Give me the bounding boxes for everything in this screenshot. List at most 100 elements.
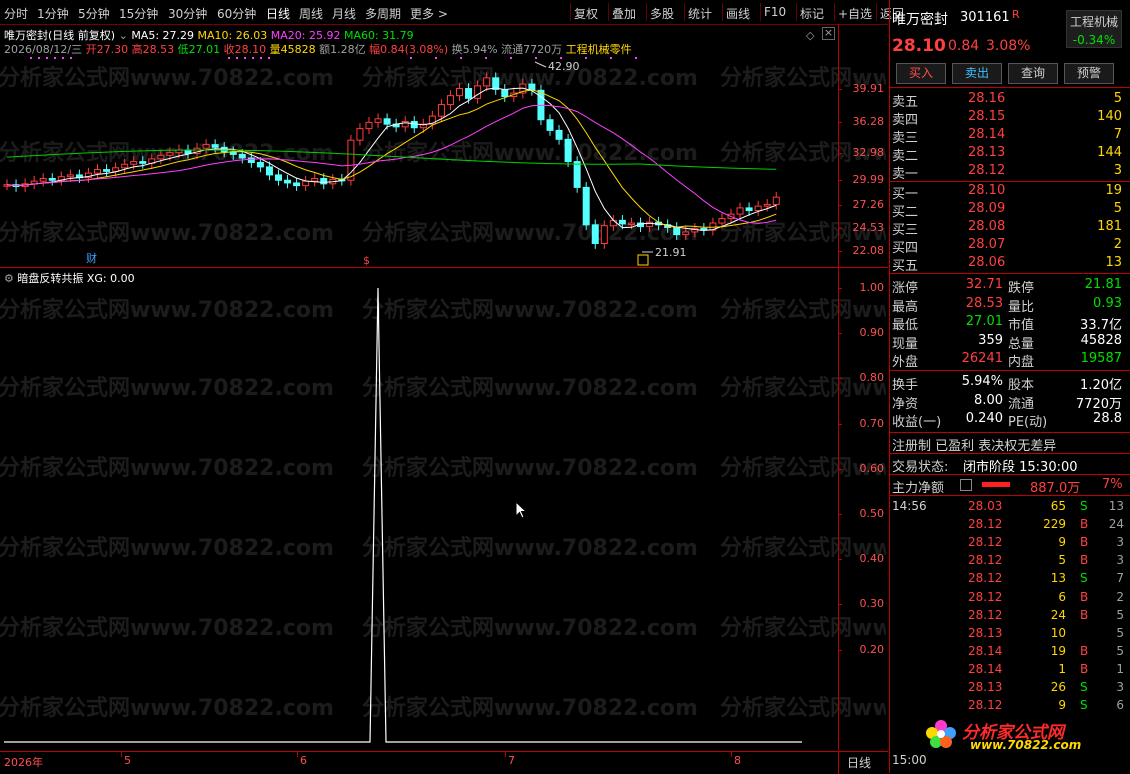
tick-price: 28.12: [968, 607, 1003, 622]
toolbar-item-right[interactable]: 多股: [650, 5, 674, 22]
sector-box[interactable]: 工程机械 -0.34%: [1066, 10, 1122, 48]
tick-row: 28.14 1 B 1: [890, 661, 1126, 679]
toolbar-item[interactable]: 分时: [4, 5, 28, 22]
candle-body: [293, 182, 301, 187]
candle-body: [103, 169, 111, 172]
main-flow-label: 主力净额: [892, 481, 945, 496]
toolbar-item[interactable]: 周线: [299, 5, 323, 22]
toolbar-item[interactable]: 5分钟: [78, 5, 110, 22]
toolbar-item[interactable]: 日线: [266, 5, 290, 22]
toolbar-item-right[interactable]: 标记: [800, 5, 824, 22]
candle-body: [166, 152, 174, 156]
bid-row[interactable]: 买五 28.06 13: [890, 254, 1126, 274]
toolbar-separator: [570, 3, 571, 21]
tick-side: S: [1080, 698, 1088, 713]
toolbar-item-right[interactable]: 画线: [726, 5, 750, 22]
stat-row: 换手 5.94% 股本 1.20亿: [890, 373, 1126, 393]
toolbar-item[interactable]: 15分钟: [119, 5, 158, 22]
candle-body: [627, 222, 635, 226]
toolbar-item[interactable]: 更多 >: [410, 5, 448, 22]
tick-volume: 26: [1050, 680, 1066, 694]
query-button[interactable]: 查询: [1008, 63, 1058, 84]
date-axis-divider: [838, 752, 839, 774]
menu-icon[interactable]: [960, 479, 972, 491]
stat-label: 换手: [892, 378, 919, 393]
level-volume: 140: [1097, 109, 1122, 124]
candle-body: [465, 88, 473, 99]
tick-row: 28.12 9 B 3: [890, 534, 1126, 552]
candle-body: [66, 174, 74, 178]
toolbar-item-right[interactable]: F10: [764, 5, 786, 19]
bid-row[interactable]: 买二 28.09 5: [890, 200, 1126, 220]
divider: [890, 370, 1130, 371]
toolbar-item[interactable]: 1分钟: [37, 5, 69, 22]
divider: [890, 87, 1130, 88]
month-marker: [505, 752, 506, 757]
candle-body: [320, 177, 328, 185]
stat-label: 净资: [892, 396, 919, 412]
level-volume: 2: [1113, 237, 1122, 252]
dot-marker: [54, 57, 56, 59]
candle-body: [275, 174, 282, 181]
candle-body: [456, 88, 463, 97]
tick-side: S: [1080, 499, 1088, 513]
period-label[interactable]: 日线: [847, 754, 871, 771]
stat-value: 1.20亿: [1080, 378, 1122, 393]
tick-count: 13: [1108, 499, 1124, 513]
candle-body: [673, 226, 681, 236]
stat-value: 19587: [1080, 351, 1122, 366]
main-flow-pct: 7%: [1102, 477, 1123, 492]
tick-time: 14:56: [892, 499, 927, 513]
toolbar-item[interactable]: 60分钟: [217, 5, 256, 22]
trade-status-value: 闭市阶段 15:30:00: [963, 460, 1078, 475]
dot-marker: [560, 57, 562, 59]
toolbar-item-right[interactable]: 统计: [688, 5, 712, 22]
sell-button[interactable]: 卖出: [952, 63, 1002, 84]
stat-value: 27.01: [965, 314, 1003, 329]
candle-body: [736, 207, 744, 215]
ask-row[interactable]: 卖一 28.12 3: [890, 162, 1126, 182]
indicator-svg: [4, 287, 802, 743]
kline-chart-panel[interactable]: 唯万密封(日线 前复权) ⌄ MA5: 27.29 MA10: 26.03 MA…: [0, 24, 888, 268]
bid-row[interactable]: 买一 28.10 19: [890, 182, 1126, 202]
ask-row[interactable]: 卖三 28.14 7: [890, 126, 1126, 146]
ask-row[interactable]: 卖二 28.13 144: [890, 144, 1126, 164]
level-price: 28.06: [968, 255, 1006, 270]
divider: [890, 453, 1130, 454]
toolbar-item-right[interactable]: +自选: [838, 5, 872, 22]
tick-price: 28.14: [968, 643, 1003, 658]
tick-side: B: [1080, 589, 1089, 604]
toolbar-item[interactable]: 30分钟: [168, 5, 207, 22]
tick-side: B: [1080, 661, 1089, 676]
event-marker-icon: [637, 254, 649, 266]
tick-side: S: [1080, 571, 1088, 586]
alert-button[interactable]: 预警: [1064, 63, 1114, 84]
stat-row: 收益(一) 0.240 PE(动) 28.8: [890, 410, 1126, 430]
candle-body: [311, 177, 319, 182]
tick-count: 3: [1116, 553, 1124, 568]
toolbar-item[interactable]: 多周期: [365, 5, 401, 22]
bid-row[interactable]: 买三 28.08 181: [890, 218, 1126, 238]
indicator-panel[interactable]: ⚙ 暗盘反转共振 XG: 0.00 1.00 0.90 0.80 0.70 0.60 0.…: [0, 268, 888, 750]
bid-row[interactable]: 买四 28.07 2: [890, 236, 1126, 256]
current-price: 28.10: [892, 36, 946, 56]
stat-label: 量比: [1008, 299, 1035, 315]
candle-body: [130, 161, 138, 165]
tick-mark: [838, 468, 842, 470]
dot-marker: [252, 57, 254, 59]
low-price-annotation: 21.91: [655, 246, 687, 259]
finance-marker: 财: [86, 251, 97, 265]
toolbar-item-right[interactable]: 复权: [574, 5, 598, 22]
stat-row: 净资 8.00 流通 7720万: [890, 392, 1126, 412]
toolbar-item[interactable]: 月线: [332, 5, 356, 22]
ask-row[interactable]: 卖四 28.15 140: [890, 108, 1126, 128]
stat-label: 外盘: [892, 355, 919, 370]
tick-price: 28.12: [968, 553, 1003, 568]
registration-info: 注册制 已盈利 表决权无差异: [892, 439, 1057, 454]
period-toolbar: 分时 1分钟 5分钟 15分钟 30分钟 60分钟 日线 周线 月线 多周期 更多 > 复权 叠加 多股统…: [0, 0, 904, 25]
ask-row[interactable]: 卖五 28.16 5: [890, 90, 1126, 110]
toolbar-item-right[interactable]: 叠加: [612, 5, 636, 22]
buy-button[interactable]: 买入: [896, 63, 946, 84]
stat-value: 21.81: [1084, 277, 1122, 292]
tick-row: 14:56 28.03 65 S 13: [890, 498, 1126, 516]
